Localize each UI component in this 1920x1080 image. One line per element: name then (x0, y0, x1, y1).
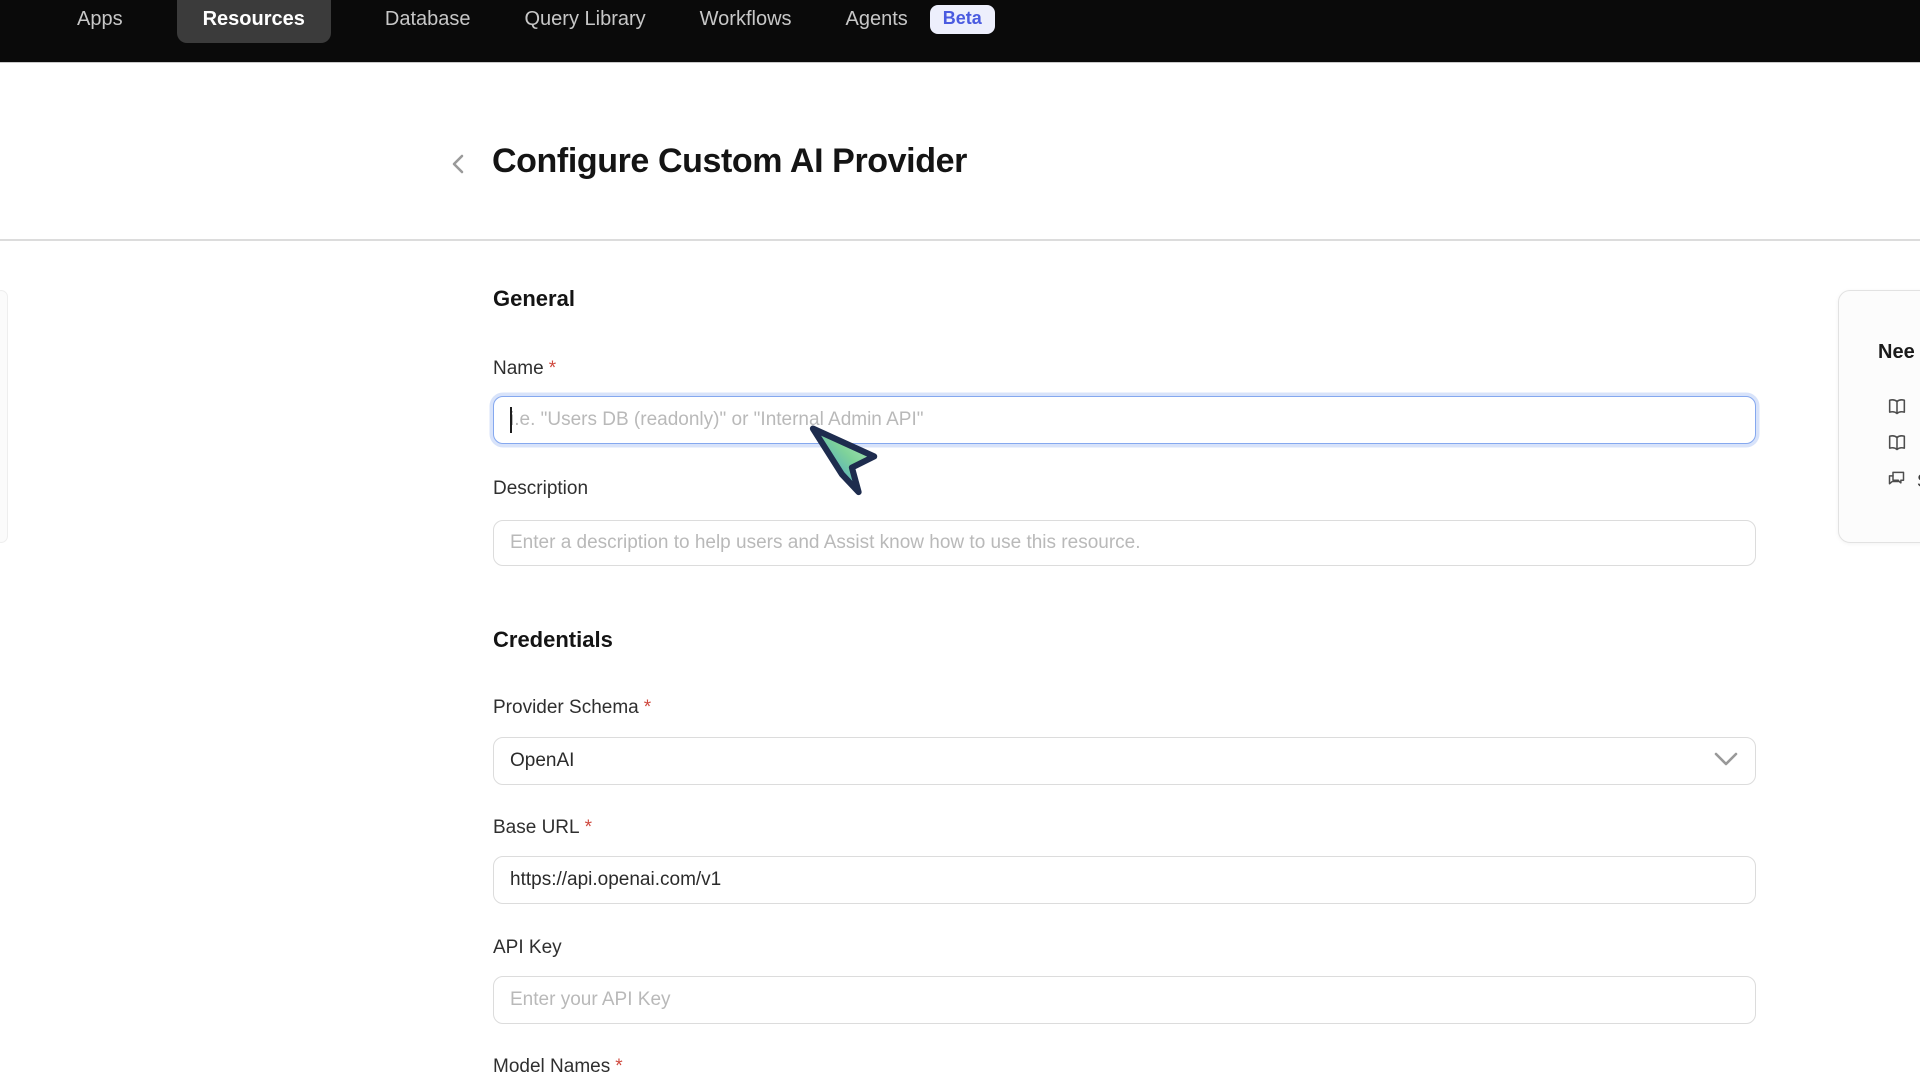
name-label: Name* (493, 358, 556, 380)
left-card-edge (0, 290, 8, 543)
description-input[interactable] (493, 520, 1756, 566)
provider-form: General Name* Description Credentials Pr… (493, 0, 1756, 1080)
required-asterisk: * (644, 697, 651, 718)
chevron-down-icon (1713, 751, 1739, 772)
credentials-section-heading: Credentials (493, 627, 613, 653)
help-panel: Nee (1838, 290, 1920, 543)
help-link-docs-1[interactable] (1886, 396, 1918, 423)
provider-schema-value: OpenAI (510, 750, 574, 772)
text-caret (510, 407, 512, 433)
back-button[interactable] (444, 150, 474, 180)
book-icon (1886, 432, 1908, 459)
name-field-wrap (493, 396, 1756, 444)
tab-resources[interactable]: Resources (177, 0, 331, 43)
base-url-label: Base URL* (493, 817, 592, 839)
api-key-input[interactable] (493, 976, 1756, 1024)
help-panel-title: Nee (1878, 341, 1920, 364)
page-root: Apps Resources Database Query Library Wo… (0, 0, 1920, 1080)
description-label: Description (493, 478, 588, 500)
model-names-label: Model Names* (493, 1056, 623, 1078)
required-asterisk: * (585, 817, 592, 838)
book-icon (1886, 396, 1908, 423)
provider-schema-select[interactable]: OpenAI (493, 737, 1756, 785)
required-asterisk: * (615, 1056, 622, 1077)
name-input[interactable] (493, 396, 1756, 444)
tab-database[interactable]: Database (385, 8, 471, 31)
provider-schema-label: Provider Schema* (493, 697, 651, 719)
general-section-heading: General (493, 286, 575, 312)
help-link-docs-2[interactable] (1886, 432, 1918, 459)
chat-icon (1886, 468, 1907, 494)
tab-apps[interactable]: Apps (77, 8, 123, 31)
help-link-support[interactable]: S (1886, 468, 1920, 494)
base-url-input[interactable] (493, 856, 1756, 904)
api-key-label: API Key (493, 937, 562, 959)
chevron-left-icon (448, 151, 470, 180)
required-asterisk: * (549, 358, 556, 379)
